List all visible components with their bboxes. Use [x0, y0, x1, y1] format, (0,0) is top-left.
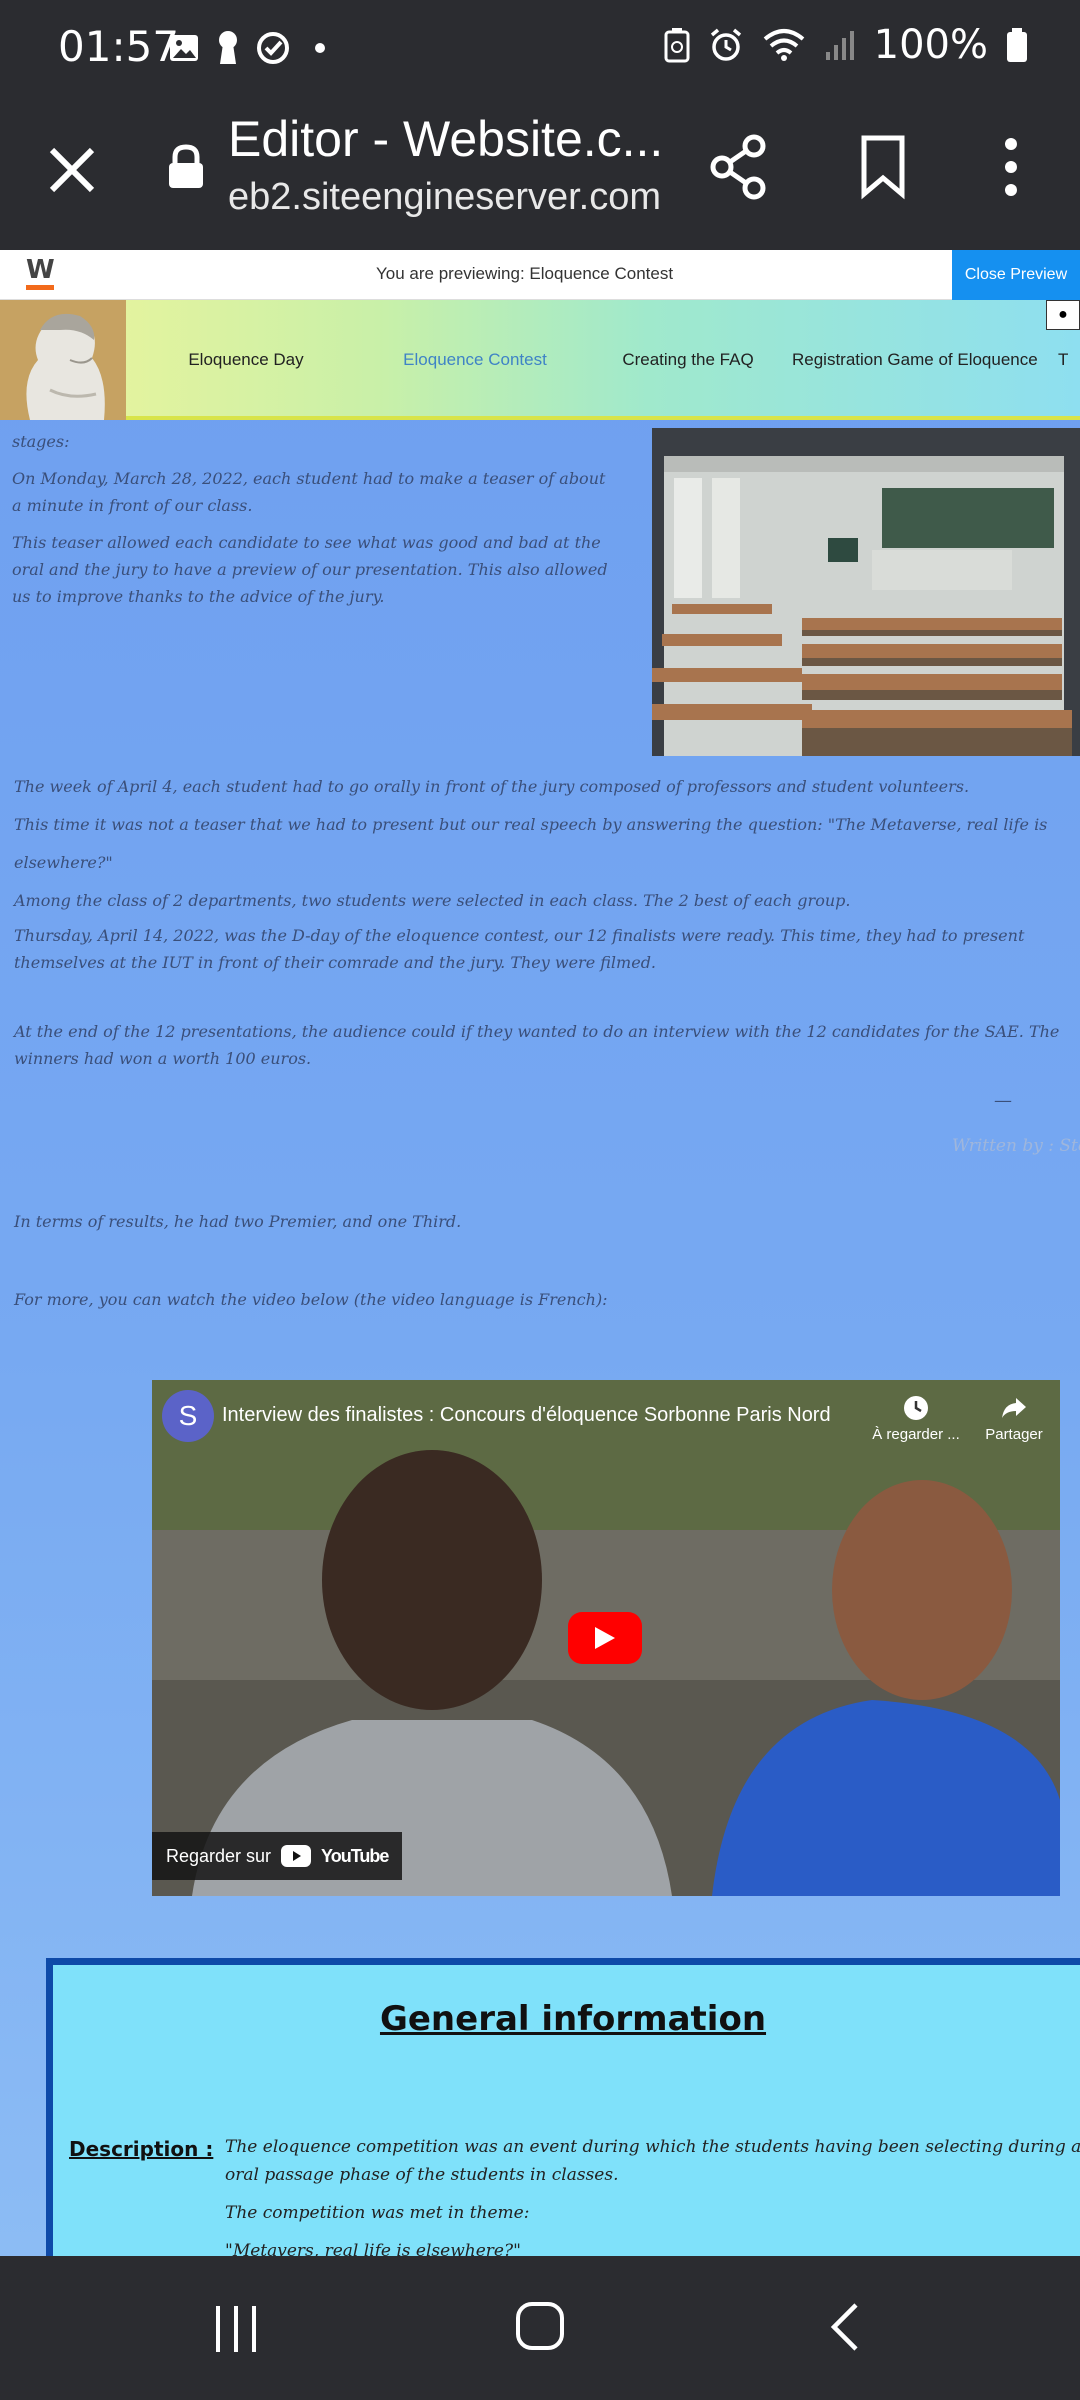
dot-icon [315, 43, 325, 53]
site-builder-logo: W [26, 256, 60, 292]
nav-item-eloquence-contest[interactable]: Eloquence Contest [366, 350, 584, 370]
system-nav-bar [0, 2256, 1080, 2400]
video-title[interactable]: Interview des finalistes : Concours d'él… [222, 1404, 831, 1427]
check-circle-icon [257, 32, 289, 64]
watch-on-label: Regarder sur [166, 1845, 272, 1866]
battery-icon [1007, 28, 1027, 62]
status-time: 01:57 [58, 22, 180, 71]
home-icon[interactable] [514, 2300, 566, 2352]
signal-icon [825, 31, 854, 60]
close-icon[interactable] [40, 138, 104, 202]
video-share-label: Partager [985, 1426, 1043, 1443]
text-march-teaser: On Monday, March 28, 2022, each student … [12, 469, 606, 515]
watch-later-label: À regarder ... [872, 1426, 960, 1443]
web-viewport[interactable]: W You are previewing: Eloquence Contest … [0, 250, 1080, 2256]
channel-avatar[interactable]: S [162, 1390, 214, 1442]
watch-later-button[interactable]: À regarder ... [868, 1394, 964, 1443]
nav-item-creating-faq[interactable]: Creating the FAQ [584, 350, 792, 370]
keyhole-icon [219, 31, 237, 64]
notification-icons [168, 30, 336, 66]
preview-text: You are previewing: Eloquence Contest [376, 264, 674, 283]
globe-icon[interactable]: ● [1046, 300, 1080, 330]
browser-toolbar: Editor - Website.c... eb2.siteengineserv… [0, 96, 1080, 250]
page-title: Editor - Website.c... [228, 111, 664, 167]
back-icon[interactable] [826, 2302, 862, 2352]
classroom-photo [652, 428, 1080, 756]
text-teaser-purpose: This teaser allowed each candidate to se… [12, 533, 608, 606]
battery-percent: 100% [873, 22, 988, 68]
bookmark-icon[interactable] [858, 132, 908, 202]
more-icon[interactable] [996, 132, 1026, 202]
text-april4: The week of April 4, each student had to… [14, 777, 970, 796]
watch-on-youtube-button[interactable]: Regarder sur YouTube [152, 1832, 403, 1880]
general-information-title: General information [379, 1999, 767, 2039]
description-label: Description : [69, 2137, 214, 2161]
share-arrow-icon [1002, 1398, 1026, 1418]
nav-item-registration-game[interactable]: Registration Game of Eloquence [792, 350, 1038, 370]
description-text-1: The eloquence competition was an event d… [225, 2137, 1080, 2185]
youtube-video-embed[interactable]: S Interview des finalistes : Concours d'… [152, 1380, 1060, 1896]
written-by: Written by : Stev [952, 1136, 1080, 1156]
text-thursday-finals: Thursday, April 14, 2022, was the D-day … [14, 926, 1025, 972]
text-stages: stages: [12, 432, 70, 451]
description-text-3: "Metavers, real life is elsewhere?" [225, 2241, 521, 2256]
clock-icon [904, 1396, 928, 1420]
recent-apps-icon[interactable] [212, 2304, 262, 2354]
nav-item-clipped[interactable]: T [1036, 350, 1068, 370]
site-navigation: Eloquence Day Eloquence Contest Creating… [0, 300, 1080, 420]
status-bar: 01:57 100% [0, 0, 1080, 96]
text-selection: Among the class of 2 departments, two st… [14, 891, 851, 910]
preview-bar: W You are previewing: Eloquence Contest … [0, 250, 1080, 300]
video-share-button[interactable]: Partager [978, 1394, 1050, 1443]
nav-item-eloquence-day[interactable]: Eloquence Day [126, 350, 366, 370]
youtube-logo-icon [281, 1845, 312, 1867]
url-text[interactable]: eb2.siteengineserver.com [228, 176, 661, 219]
share-icon[interactable] [708, 132, 768, 202]
text-results: In terms of results, he had two Premier,… [14, 1212, 462, 1231]
divider-dash: — [994, 1090, 1012, 1111]
lock-icon [169, 144, 203, 188]
close-preview-button[interactable]: Close Preview [952, 250, 1080, 300]
play-icon [595, 1627, 615, 1649]
text-end-of-presentations: At the end of the 12 presentations, the … [14, 1022, 1060, 1068]
alarm-icon [710, 28, 741, 61]
battery-saver-icon [664, 28, 690, 63]
youtube-wordmark: YouTube [321, 1845, 389, 1866]
statue-logo-image[interactable] [0, 300, 126, 420]
gallery-icon [170, 35, 198, 61]
text-more-video: For more, you can watch the video below … [14, 1290, 608, 1309]
play-button[interactable] [568, 1612, 642, 1664]
general-information-section: General information Description : The el… [46, 1958, 1080, 2256]
description-text-2: The competition was met in theme: [225, 2203, 530, 2223]
text-real-speech: This time it was not a teaser that we ha… [14, 815, 1048, 872]
wifi-icon [763, 29, 804, 61]
